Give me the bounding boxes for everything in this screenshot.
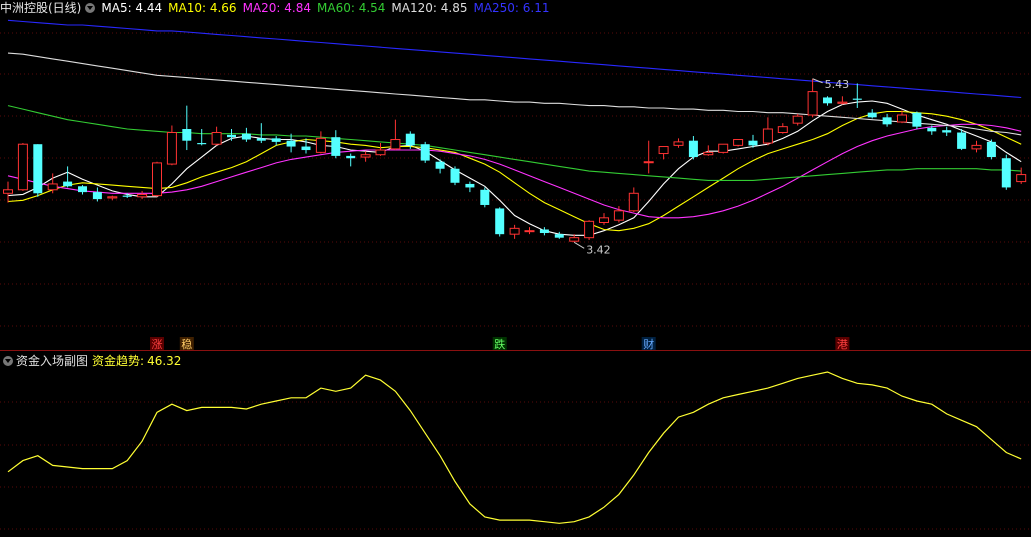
candle-body-down <box>286 140 296 147</box>
candle-body-up <box>166 132 177 165</box>
candle-body-down <box>852 98 862 100</box>
candle-body-up <box>509 227 520 235</box>
ma-line-ma120 <box>7 52 1022 136</box>
candle-body-down <box>986 141 996 158</box>
candle-body-down <box>227 134 236 138</box>
candle-body-up <box>703 151 714 156</box>
candle-body-down <box>882 117 892 125</box>
candle-body-down <box>122 195 132 197</box>
candle-body-down <box>748 140 758 146</box>
candle-body-down <box>182 129 192 141</box>
signal-marker: 财 <box>643 337 654 351</box>
candle-body-up <box>17 143 28 191</box>
candle-body-up <box>762 128 773 144</box>
candle-body-down <box>539 229 549 234</box>
candle-body-up <box>152 162 162 197</box>
candle-body-down <box>78 186 87 193</box>
fund-trend-line <box>7 371 1022 524</box>
candle-body-down <box>465 183 475 188</box>
candle-body-up <box>897 114 907 123</box>
candle-body-up <box>718 143 729 153</box>
candle-body-down <box>823 97 832 104</box>
candle-body-down <box>495 208 505 235</box>
candle-body-up <box>360 154 371 158</box>
candle-body-down <box>346 155 356 159</box>
candle-body-down <box>912 112 922 127</box>
candle-body-down <box>688 140 698 158</box>
candle-body-up <box>47 183 58 191</box>
signal-marker: 跌 <box>494 337 505 351</box>
candle-body-down <box>197 143 207 145</box>
candle-body-down <box>256 138 266 141</box>
candle-body-down <box>450 168 460 183</box>
candle-body-up <box>599 217 609 223</box>
candle-body-up <box>658 146 669 155</box>
candle-body-down <box>33 144 43 194</box>
candle-body-up <box>613 210 624 221</box>
candle-body-down <box>331 137 341 156</box>
candle-body-up <box>643 161 654 164</box>
candle-body-up <box>315 137 326 153</box>
candle-body-down <box>241 133 251 140</box>
candle-body-up <box>569 237 580 242</box>
candle-body-up <box>584 220 595 239</box>
candle-body-down <box>301 146 311 151</box>
signal-marker: 稳 <box>181 337 192 351</box>
candle-body-up <box>673 141 684 146</box>
candle-body-up <box>777 126 788 134</box>
candle-body-down <box>1001 158 1011 188</box>
candle-body-up <box>211 132 222 145</box>
candle-body-down <box>420 144 430 161</box>
candle-body-down <box>92 192 102 200</box>
ma-line-ma250 <box>7 19 1022 99</box>
candle-body-down <box>867 112 877 118</box>
low-price-label: 3.42 <box>586 243 611 256</box>
candle-body-up <box>107 196 118 199</box>
candle-body-up <box>837 101 848 104</box>
candle-body-down <box>405 133 415 146</box>
candle-body-down <box>271 138 281 142</box>
candle-body-up <box>524 230 535 233</box>
candle-body-up <box>390 139 401 150</box>
candle-body-down <box>957 132 967 149</box>
candle-body-up <box>733 139 744 146</box>
signal-marker: 涨 <box>152 338 163 351</box>
candle-body-up <box>1016 174 1027 183</box>
candle-body-up <box>971 144 982 150</box>
candle-body-up <box>628 192 639 212</box>
kline-chart: 5.43 3.42 涨 稳 跌 财 港 <box>0 19 1031 530</box>
candle-body-up <box>3 189 13 194</box>
signal-marker: 港 <box>837 338 848 351</box>
candle-body-down <box>942 130 952 133</box>
low-pointer <box>573 241 585 249</box>
candle-body-down <box>435 161 445 169</box>
candle-body-up <box>792 115 803 124</box>
candle-body-down <box>63 181 73 187</box>
candle-body-down <box>927 127 937 132</box>
high-price-label: 5.43 <box>825 78 850 91</box>
candle-body-up <box>807 91 818 116</box>
candle-body-up <box>375 149 386 156</box>
candle-body-down <box>554 234 564 238</box>
candle-body-up <box>137 193 148 198</box>
candle-body-down <box>480 189 490 205</box>
